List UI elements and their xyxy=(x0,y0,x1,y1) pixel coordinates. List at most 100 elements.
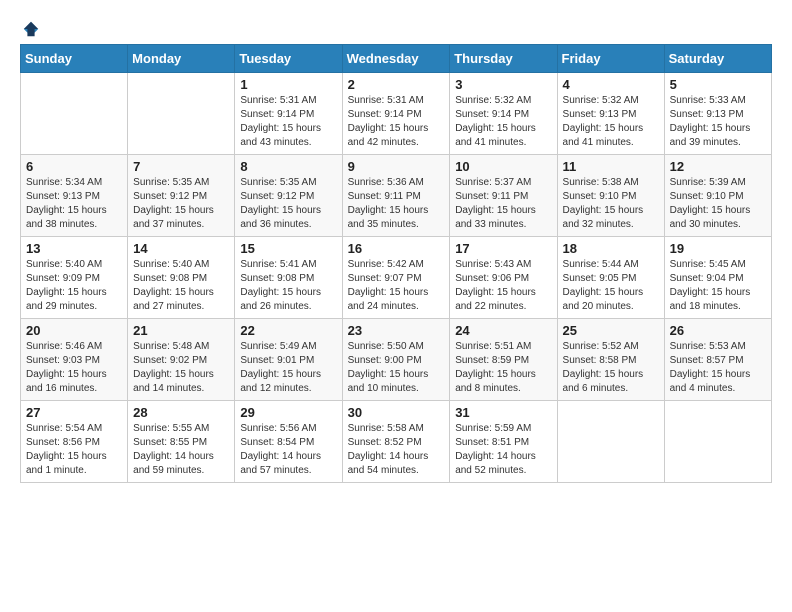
day-number: 8 xyxy=(240,159,336,174)
day-number: 30 xyxy=(348,405,445,420)
day-info: Sunrise: 5:44 AM Sunset: 9:05 PM Dayligh… xyxy=(563,258,659,314)
day-number: 22 xyxy=(240,323,336,338)
calendar-cell: 3 Sunrise: 5:32 AM Sunset: 9:14 PM Daylig… xyxy=(450,73,557,155)
weekday-header: Sunday xyxy=(21,45,128,73)
day-info: Sunrise: 5:37 AM Sunset: 9:11 PM Dayligh… xyxy=(455,176,551,232)
calendar-cell: 18Sunrise: 5:44 AM Sunset: 9:05 PM Dayli… xyxy=(557,237,664,319)
calendar-cell xyxy=(128,73,235,155)
day-info: Sunrise: 5:43 AM Sunset: 9:06 PM Dayligh… xyxy=(455,258,551,314)
calendar-cell: 28 Sunrise: 5:55 AM Sunset: 8:55 PM Dayli… xyxy=(128,401,235,483)
day-info: Sunrise: 5:50 AM Sunset: 9:00 PM Dayligh… xyxy=(348,340,445,396)
day-number: 20 xyxy=(26,323,122,338)
weekday-header: Friday xyxy=(557,45,664,73)
day-number: 25 xyxy=(563,323,659,338)
calendar-cell: 23 Sunrise: 5:50 AM Sunset: 9:00 PM Dayli… xyxy=(342,319,450,401)
day-info: Sunrise: 5:49 AM Sunset: 9:01 PM Dayligh… xyxy=(240,340,336,396)
calendar-cell xyxy=(21,73,128,155)
calendar-cell: 26 Sunrise: 5:53 AM Sunset: 8:57 PM Dayli… xyxy=(664,319,771,401)
calendar-cell: 14 Sunrise: 5:40 AM Sunset: 9:08 PM Dayli… xyxy=(128,237,235,319)
calendar-cell: 2 Sunrise: 5:31 AM Sunset: 9:14 PM Daylig… xyxy=(342,73,450,155)
calendar-cell: 27 Sunrise: 5:54 AM Sunset: 8:56 PM Dayli… xyxy=(21,401,128,483)
calendar-cell: 20Sunrise: 5:46 AM Sunset: 9:03 PM Dayli… xyxy=(21,319,128,401)
day-info: Sunrise: 5:32 AM Sunset: 9:13 PM Dayligh… xyxy=(563,94,659,150)
day-number: 27 xyxy=(26,405,122,420)
weekday-header: Wednesday xyxy=(342,45,450,73)
calendar-cell: 6 Sunrise: 5:34 AM Sunset: 9:13 PM Daylig… xyxy=(21,155,128,237)
page-header xyxy=(20,20,772,34)
calendar-week-row: 1 Sunrise: 5:31 AM Sunset: 9:14 PM Daylig… xyxy=(21,73,772,155)
day-info: Sunrise: 5:35 AM Sunset: 9:12 PM Dayligh… xyxy=(240,176,336,232)
day-number: 6 xyxy=(26,159,122,174)
calendar-cell: 4 Sunrise: 5:32 AM Sunset: 9:13 PM Daylig… xyxy=(557,73,664,155)
calendar-cell: 25 Sunrise: 5:52 AM Sunset: 8:58 PM Dayli… xyxy=(557,319,664,401)
day-number: 26 xyxy=(670,323,766,338)
calendar-cell: 8 Sunrise: 5:35 AM Sunset: 9:12 PM Daylig… xyxy=(235,155,342,237)
weekday-header: Monday xyxy=(128,45,235,73)
calendar-week-row: 13 Sunrise: 5:40 AM Sunset: 9:09 PM Dayli… xyxy=(21,237,772,319)
day-info: Sunrise: 5:56 AM Sunset: 8:54 PM Dayligh… xyxy=(240,422,336,478)
day-number: 2 xyxy=(348,77,445,92)
logo xyxy=(20,20,40,34)
calendar-cell xyxy=(664,401,771,483)
calendar-cell: 22 Sunrise: 5:49 AM Sunset: 9:01 PM Dayli… xyxy=(235,319,342,401)
calendar-cell: 1Sunrise: 5:31 AM Sunset: 9:14 PM Daylig… xyxy=(235,73,342,155)
day-number: 11 xyxy=(563,159,659,174)
day-info: Sunrise: 5:33 AM Sunset: 9:13 PM Dayligh… xyxy=(670,94,766,150)
day-number: 1 xyxy=(240,77,336,92)
day-number: 9 xyxy=(348,159,445,174)
day-number: 4 xyxy=(563,77,659,92)
day-number: 19 xyxy=(670,241,766,256)
calendar-cell: 12 Sunrise: 5:39 AM Sunset: 9:10 PM Dayli… xyxy=(664,155,771,237)
weekday-header: Saturday xyxy=(664,45,771,73)
day-number: 15 xyxy=(240,241,336,256)
day-info: Sunrise: 5:52 AM Sunset: 8:58 PM Dayligh… xyxy=(563,340,659,396)
day-number: 5 xyxy=(670,77,766,92)
calendar-cell: 19Sunrise: 5:45 AM Sunset: 9:04 PM Dayli… xyxy=(664,237,771,319)
calendar-week-row: 27 Sunrise: 5:54 AM Sunset: 8:56 PM Dayli… xyxy=(21,401,772,483)
day-number: 12 xyxy=(670,159,766,174)
day-info: Sunrise: 5:40 AM Sunset: 9:08 PM Dayligh… xyxy=(133,258,229,314)
calendar-cell: 31Sunrise: 5:59 AM Sunset: 8:51 PM Dayli… xyxy=(450,401,557,483)
calendar-cell: 21 Sunrise: 5:48 AM Sunset: 9:02 PM Dayli… xyxy=(128,319,235,401)
day-number: 13 xyxy=(26,241,122,256)
day-info: Sunrise: 5:32 AM Sunset: 9:14 PM Dayligh… xyxy=(455,94,551,150)
day-info: Sunrise: 5:53 AM Sunset: 8:57 PM Dayligh… xyxy=(670,340,766,396)
day-number: 28 xyxy=(133,405,229,420)
day-number: 14 xyxy=(133,241,229,256)
day-info: Sunrise: 5:42 AM Sunset: 9:07 PM Dayligh… xyxy=(348,258,445,314)
day-number: 7 xyxy=(133,159,229,174)
calendar-header-row: SundayMondayTuesdayWednesdayThursdayFrid… xyxy=(21,45,772,73)
day-number: 17 xyxy=(455,241,551,256)
calendar-cell: 11 Sunrise: 5:38 AM Sunset: 9:10 PM Dayli… xyxy=(557,155,664,237)
day-number: 21 xyxy=(133,323,229,338)
day-number: 3 xyxy=(455,77,551,92)
day-number: 31 xyxy=(455,405,551,420)
day-number: 29 xyxy=(240,405,336,420)
logo-icon xyxy=(22,20,40,38)
day-info: Sunrise: 5:38 AM Sunset: 9:10 PM Dayligh… xyxy=(563,176,659,232)
day-info: Sunrise: 5:54 AM Sunset: 8:56 PM Dayligh… xyxy=(26,422,122,478)
calendar-cell: 15 Sunrise: 5:41 AM Sunset: 9:08 PM Dayli… xyxy=(235,237,342,319)
day-info: Sunrise: 5:34 AM Sunset: 9:13 PM Dayligh… xyxy=(26,176,122,232)
calendar-cell: 24Sunrise: 5:51 AM Sunset: 8:59 PM Dayli… xyxy=(450,319,557,401)
day-number: 10 xyxy=(455,159,551,174)
day-info: Sunrise: 5:31 AM Sunset: 9:14 PM Dayligh… xyxy=(348,94,445,150)
calendar-cell: 16 Sunrise: 5:42 AM Sunset: 9:07 PM Dayli… xyxy=(342,237,450,319)
day-info: Sunrise: 5:36 AM Sunset: 9:11 PM Dayligh… xyxy=(348,176,445,232)
day-info: Sunrise: 5:58 AM Sunset: 8:52 PM Dayligh… xyxy=(348,422,445,478)
calendar-cell: 5 Sunrise: 5:33 AM Sunset: 9:13 PM Daylig… xyxy=(664,73,771,155)
calendar-week-row: 6 Sunrise: 5:34 AM Sunset: 9:13 PM Daylig… xyxy=(21,155,772,237)
day-info: Sunrise: 5:41 AM Sunset: 9:08 PM Dayligh… xyxy=(240,258,336,314)
day-info: Sunrise: 5:40 AM Sunset: 9:09 PM Dayligh… xyxy=(26,258,122,314)
day-info: Sunrise: 5:55 AM Sunset: 8:55 PM Dayligh… xyxy=(133,422,229,478)
calendar-cell: 17 Sunrise: 5:43 AM Sunset: 9:06 PM Dayli… xyxy=(450,237,557,319)
day-info: Sunrise: 5:48 AM Sunset: 9:02 PM Dayligh… xyxy=(133,340,229,396)
day-info: Sunrise: 5:51 AM Sunset: 8:59 PM Dayligh… xyxy=(455,340,551,396)
day-info: Sunrise: 5:39 AM Sunset: 9:10 PM Dayligh… xyxy=(670,176,766,232)
calendar-cell: 10 Sunrise: 5:37 AM Sunset: 9:11 PM Dayli… xyxy=(450,155,557,237)
day-number: 16 xyxy=(348,241,445,256)
weekday-header: Tuesday xyxy=(235,45,342,73)
day-number: 23 xyxy=(348,323,445,338)
calendar-cell: 13 Sunrise: 5:40 AM Sunset: 9:09 PM Dayli… xyxy=(21,237,128,319)
calendar-cell: 7Sunrise: 5:35 AM Sunset: 9:12 PM Daylig… xyxy=(128,155,235,237)
